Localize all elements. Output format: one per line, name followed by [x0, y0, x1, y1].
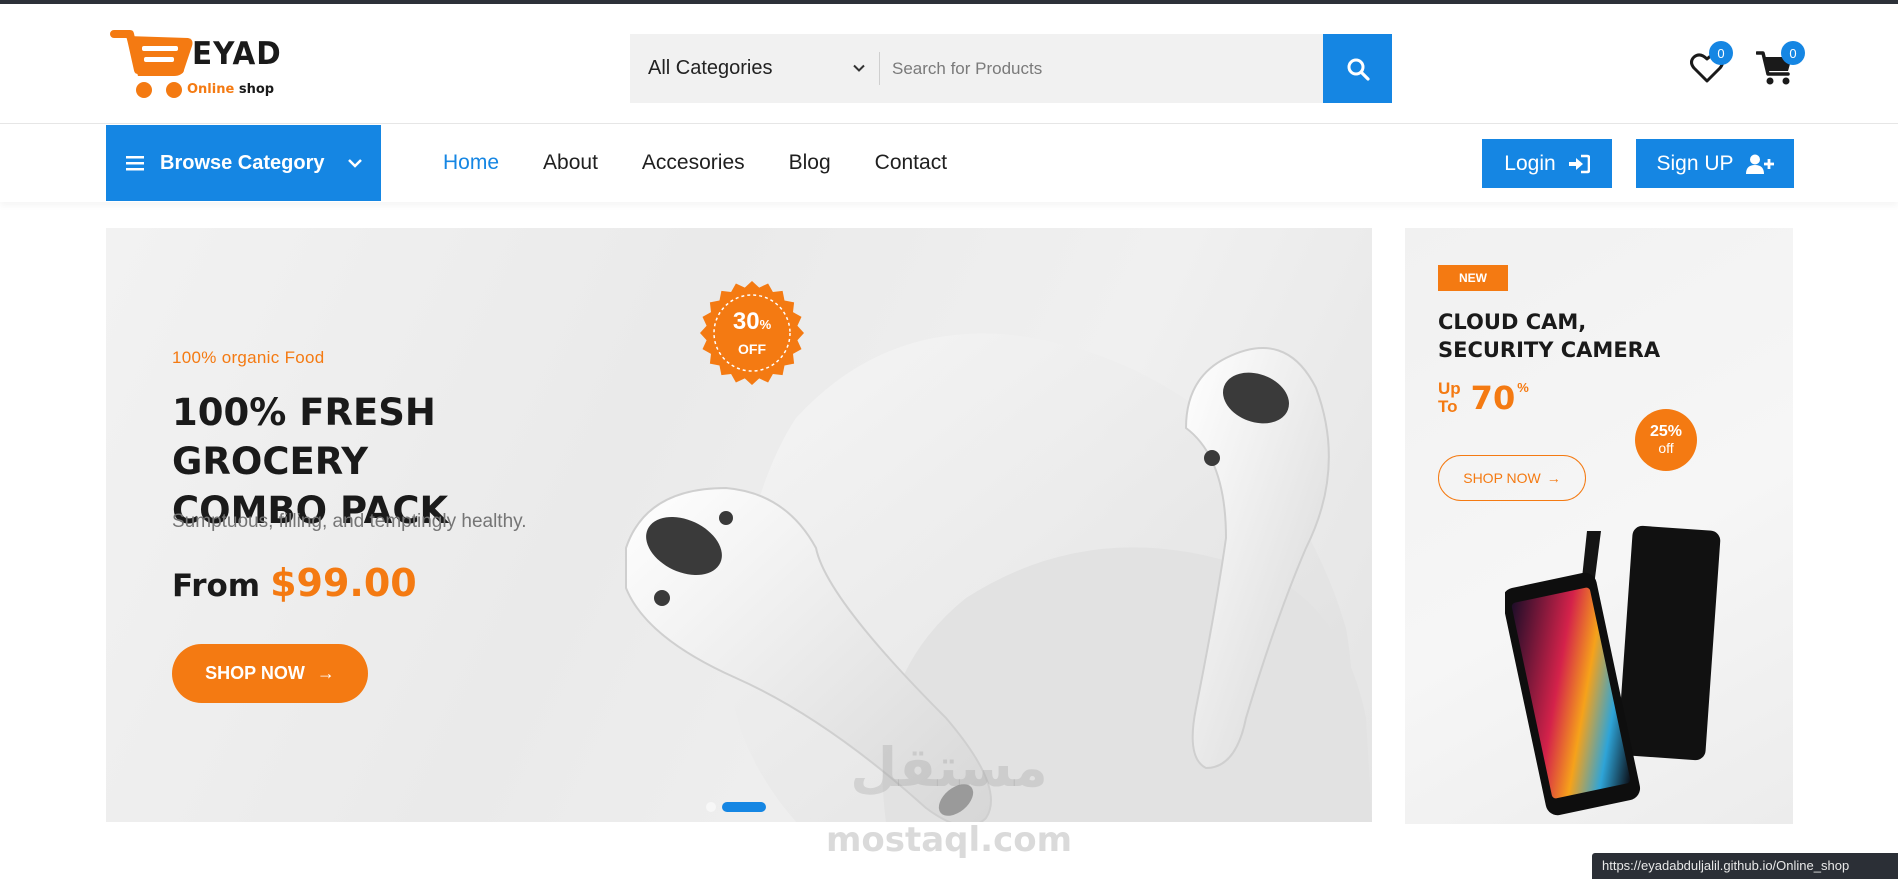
promo-title: CLOUD CAM, SECURITY CAMERA: [1438, 310, 1661, 362]
discount-seal: 30% OFF: [732, 307, 772, 357]
slider-dot-2[interactable]: [722, 802, 766, 812]
signup-button[interactable]: Sign UP: [1636, 139, 1794, 188]
promo-discount: Up To 70 %: [1438, 379, 1529, 417]
promo-off-badge: 25% off: [1635, 409, 1697, 471]
hero-slider: 100% organic Food 100% FRESH GROCERY COM…: [106, 228, 1372, 822]
smartphone-image: [1505, 525, 1721, 816]
wishlist-count-badge: 0: [1709, 41, 1733, 65]
arrow-right-icon: →: [1546, 470, 1561, 486]
login-button[interactable]: Login: [1482, 139, 1612, 188]
hero-shop-now-button[interactable]: SHOP NOW →: [172, 644, 368, 703]
arrow-right-icon: →: [316, 663, 335, 683]
hero-price: $99.00: [270, 561, 417, 605]
status-url: https://eyadabduljalil.github.io/Online_…: [1592, 853, 1898, 879]
promo-banner: NEW CLOUD CAM, SECURITY CAMERA Up To 70 %…: [1405, 228, 1793, 824]
nav-link-accesories[interactable]: Accesories: [642, 151, 745, 175]
search-icon: [1347, 58, 1370, 81]
shopping-cart-icon: [110, 30, 193, 98]
category-select-value: All Categories: [648, 57, 773, 79]
site-header: EYAD Online shop All Categories 0: [0, 4, 1898, 124]
slider-dot-1[interactable]: [706, 802, 716, 812]
browse-category-button[interactable]: Browse Category: [106, 125, 381, 201]
nav-link-about[interactable]: About: [543, 151, 598, 175]
nav-menu: Home About Accesories Blog Contact: [443, 125, 991, 201]
main-nav: Browse Category Home About Accesories Bl…: [0, 125, 1898, 202]
nav-link-contact[interactable]: Contact: [875, 151, 947, 175]
login-label: Login: [1504, 151, 1556, 175]
signup-label: Sign UP: [1656, 151, 1734, 175]
nav-link-blog[interactable]: Blog: [789, 151, 831, 175]
search-divider: [879, 52, 880, 85]
logo-subtitle: Online shop: [187, 82, 275, 97]
chevron-down-icon: [348, 159, 362, 168]
hamburger-icon: [126, 156, 144, 171]
hero-description: Sumptuous, filling, and temptingly healt…: [172, 511, 527, 532]
hero-price-row: From $99.00: [172, 561, 417, 605]
search-input[interactable]: [892, 34, 1312, 103]
hero-from-label: From: [172, 568, 261, 604]
hero-tagline: 100% organic Food: [172, 348, 325, 367]
search-bar: All Categories: [630, 34, 1392, 103]
category-select[interactable]: All Categories: [630, 34, 880, 103]
sign-in-icon: [1568, 154, 1590, 173]
user-plus-icon: [1745, 154, 1774, 174]
chevron-down-icon: [853, 64, 865, 72]
nav-link-home[interactable]: Home: [443, 151, 499, 175]
cart-count-badge: 0: [1781, 41, 1805, 65]
browse-category-label: Browse Category: [160, 151, 325, 174]
new-badge: NEW: [1438, 265, 1508, 291]
search-button[interactable]: [1323, 34, 1392, 103]
logo-text: EYAD: [192, 36, 282, 72]
slider-dots: [706, 802, 772, 812]
logo[interactable]: EYAD Online shop: [108, 26, 308, 106]
promo-shop-now-button[interactable]: SHOP NOW →: [1438, 455, 1586, 501]
